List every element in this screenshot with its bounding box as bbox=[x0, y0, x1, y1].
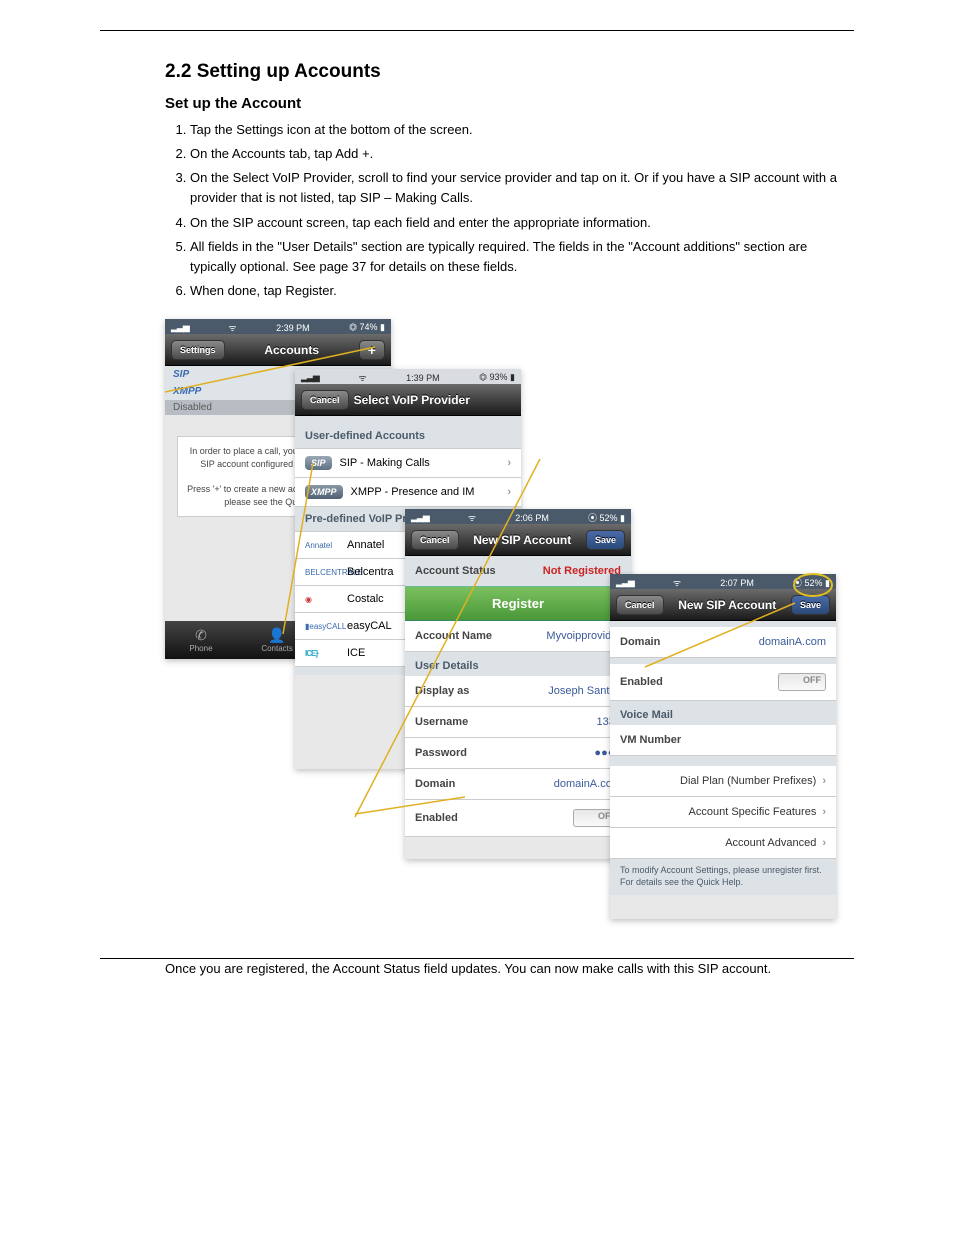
domain-label: Domain bbox=[620, 636, 660, 648]
cancel-button[interactable]: Cancel bbox=[616, 595, 664, 615]
battery-indicator: ⦿ 52% ▮ bbox=[793, 576, 830, 589]
chevron-right-icon: › bbox=[507, 486, 511, 498]
status-bar: ▂▃▅ ᯤ 2:06 PM ⦿ 52% ▮ bbox=[405, 509, 631, 524]
status-time: 2:06 PM bbox=[515, 513, 549, 523]
nav-title: Select VoIP Provider bbox=[354, 393, 470, 407]
domain-label: Domain bbox=[415, 778, 455, 790]
phone-icon: ✆ bbox=[189, 627, 212, 644]
cancel-button[interactable]: Cancel bbox=[301, 390, 349, 410]
xmpp-option[interactable]: XMPPXMPP - Presence and IM› bbox=[295, 478, 521, 507]
status-time: 1:39 PM bbox=[406, 373, 440, 383]
nav-bar: Settings Accounts + bbox=[165, 334, 391, 366]
screenshots-cluster: ▂▃▅ ᯤ 2:39 PM ⏣ 74% ▮ Settings Accounts … bbox=[165, 319, 854, 919]
wifi-icon: ᯤ bbox=[673, 576, 681, 589]
settings-back-button[interactable]: Settings bbox=[171, 340, 225, 360]
save-button[interactable]: Save bbox=[791, 595, 830, 615]
user-defined-heading: User-defined Accounts bbox=[295, 424, 521, 448]
contact-icon: 👤 bbox=[261, 627, 293, 644]
provider-logo: ▮easyCALL bbox=[305, 622, 339, 631]
step: When done, tap Register. bbox=[190, 281, 854, 301]
signal-icon: ▂▃▅ bbox=[411, 512, 429, 523]
status-time: 2:39 PM bbox=[276, 323, 310, 333]
nav-title: New SIP Account bbox=[473, 533, 571, 547]
dial-plan-link[interactable]: Dial Plan (Number Prefixes)› bbox=[610, 766, 836, 797]
footer-help-text: To modify Account Settings, please unreg… bbox=[610, 859, 836, 894]
register-button[interactable]: Register bbox=[405, 586, 631, 621]
user-details-heading: User Details bbox=[405, 652, 631, 676]
username-label: Username bbox=[415, 716, 468, 728]
nav-title: New SIP Account bbox=[678, 598, 776, 612]
signal-icon: ▂▃▅ bbox=[171, 322, 189, 333]
battery-indicator: ⦿ 52% ▮ bbox=[588, 511, 625, 524]
step: On the SIP account screen, tap each fiel… bbox=[190, 213, 854, 233]
voicemail-heading: Voice Mail bbox=[610, 701, 836, 725]
account-advanced-link[interactable]: Account Advanced› bbox=[610, 828, 836, 859]
wifi-icon: ᯤ bbox=[358, 371, 366, 384]
battery-indicator: ⏣ 74% ▮ bbox=[349, 322, 385, 333]
status-label: Account Status bbox=[415, 565, 496, 577]
steps-list: Tap the Settings icon at the bottom of t… bbox=[190, 120, 854, 301]
vm-number-label: VM Number bbox=[620, 734, 681, 746]
sip-option[interactable]: SIPSIP - Making Calls› bbox=[295, 448, 521, 478]
tab-phone[interactable]: ✆Phone bbox=[189, 627, 212, 653]
account-features-link[interactable]: Account Specific Features› bbox=[610, 797, 836, 828]
step: Tap the Settings icon at the bottom of t… bbox=[190, 120, 854, 140]
enabled-label: Enabled bbox=[415, 812, 458, 824]
battery-indicator: ⏣ 93% ▮ bbox=[479, 372, 515, 383]
chevron-right-icon: › bbox=[822, 775, 826, 787]
nav-bar: Cancel Select VoIP Provider bbox=[295, 384, 521, 416]
signal-icon: ▂▃▅ bbox=[301, 372, 319, 383]
step: On the Select VoIP Provider, scroll to f… bbox=[190, 168, 854, 208]
signal-icon: ▂▃▅ bbox=[616, 577, 634, 588]
chevron-right-icon: › bbox=[822, 837, 826, 849]
add-account-button[interactable]: + bbox=[359, 340, 385, 360]
nav-bar: Cancel New SIP Account Save bbox=[405, 524, 631, 556]
status-time: 2:07 PM bbox=[720, 578, 754, 588]
cancel-button[interactable]: Cancel bbox=[411, 530, 459, 550]
step: All fields in the "User Details" section… bbox=[190, 237, 854, 277]
note-text: Once you are registered, the Account Sta… bbox=[165, 959, 854, 979]
provider-logo: ICE]· bbox=[305, 649, 339, 658]
step: On the Accounts tab, tap Add +. bbox=[190, 144, 854, 164]
new-sip-account-screen: ▂▃▅ ᯤ 2:06 PM ⦿ 52% ▮ Cancel New SIP Acc… bbox=[405, 509, 631, 859]
status-bar: ▂▃▅ ᯤ 2:39 PM ⏣ 74% ▮ bbox=[165, 319, 391, 334]
enabled-label: Enabled bbox=[620, 676, 663, 688]
status-bar: ▂▃▅ ᯤ 2:07 PM ⦿ 52% ▮ bbox=[610, 574, 836, 589]
save-button[interactable]: Save bbox=[586, 530, 625, 550]
chevron-right-icon: › bbox=[507, 457, 511, 469]
nav-title: Accounts bbox=[264, 343, 319, 357]
domain-field[interactable]: domainA.com bbox=[759, 636, 826, 648]
wifi-icon: ᯤ bbox=[468, 511, 476, 524]
nav-bar: Cancel New SIP Account Save bbox=[610, 589, 836, 621]
display-as-label: Display as bbox=[415, 685, 469, 697]
wifi-icon: ᯤ bbox=[228, 321, 236, 334]
page-title: 2.2 Setting up Accounts bbox=[165, 61, 854, 83]
status-bar: ▂▃▅ ᯤ 1:39 PM ⏣ 93% ▮ bbox=[295, 369, 521, 384]
new-sip-account-scrolled-screen: ▂▃▅ ᯤ 2:07 PM ⦿ 52% ▮ Cancel New SIP Acc… bbox=[610, 574, 836, 919]
provider-logo: BELCENTRALE bbox=[305, 568, 339, 577]
provider-logo: ◉ bbox=[305, 595, 339, 604]
tab-contacts[interactable]: 👤Contacts bbox=[261, 627, 293, 653]
section-title: Set up the Account bbox=[165, 95, 854, 112]
enabled-toggle[interactable]: OFF bbox=[778, 673, 826, 691]
account-name-label: Account Name bbox=[415, 630, 492, 642]
chevron-right-icon: › bbox=[822, 806, 826, 818]
password-label: Password bbox=[415, 747, 467, 759]
provider-logo: Annatel bbox=[305, 541, 339, 550]
